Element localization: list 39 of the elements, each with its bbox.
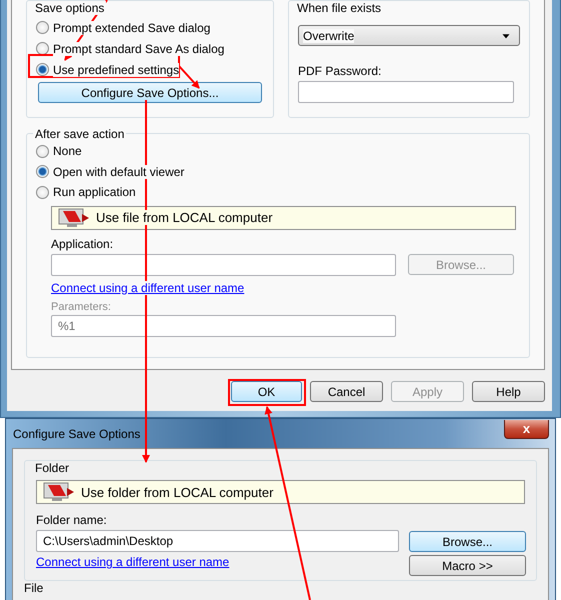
macro-button[interactable]: Macro >>: [409, 555, 526, 576]
application-field[interactable]: [51, 254, 396, 276]
radio-button[interactable]: [36, 144, 49, 158]
location-text: Use folder from LOCAL computer: [81, 484, 274, 500]
folder-name-field[interactable]: C:\Users\admin\Desktop: [36, 530, 399, 552]
radio-label: Run application: [53, 185, 136, 200]
dialog-button[interactable]: Help: [472, 381, 545, 402]
radio-button[interactable]: [36, 21, 49, 34]
configure-save-options-button[interactable]: Configure Save Options...: [38, 82, 262, 103]
group-title: When file exists: [295, 1, 384, 15]
radio-label: Use predefined settings: [53, 62, 180, 76]
field-label: Parameters:: [51, 300, 111, 312]
annotation-arrow: [178, 65, 200, 89]
connect-link[interactable]: Connect using a different user name: [51, 280, 244, 294]
password-field[interactable]: [298, 81, 514, 103]
dropdown[interactable]: Overwrite: [298, 25, 520, 46]
field-label: Folder name:: [36, 513, 107, 527]
field-label: Application:: [51, 236, 114, 250]
field-label: PDF Password:: [298, 64, 382, 78]
browse-button[interactable]: Browse...: [409, 531, 526, 552]
group-title: File: [24, 581, 44, 595]
group-title: After save action: [33, 127, 126, 141]
radio-button[interactable]: [36, 186, 49, 199]
connect-link[interactable]: Connect using a different user name: [36, 555, 230, 569]
group-title: Folder: [33, 461, 72, 475]
radio-button[interactable]: [36, 42, 49, 55]
radio-label: None: [53, 144, 82, 158]
radio-label: Prompt extended Save dialog: [53, 20, 210, 34]
parameters-field[interactable]: %1: [51, 314, 396, 336]
dialog-button[interactable]: OK: [231, 381, 302, 402]
radio-label: Prompt standard Save As dialog: [53, 42, 224, 56]
radio-label: Open with default viewer: [53, 164, 184, 179]
group-title: Save options: [33, 1, 106, 15]
radio-button[interactable]: [36, 165, 49, 178]
dialog-button[interactable]: Cancel: [310, 381, 383, 402]
window-title: Configure Save Options: [13, 426, 140, 440]
radio-button[interactable]: [36, 63, 49, 76]
location-text: Use file from LOCAL computer: [96, 210, 273, 225]
close-button[interactable]: x: [504, 420, 549, 438]
